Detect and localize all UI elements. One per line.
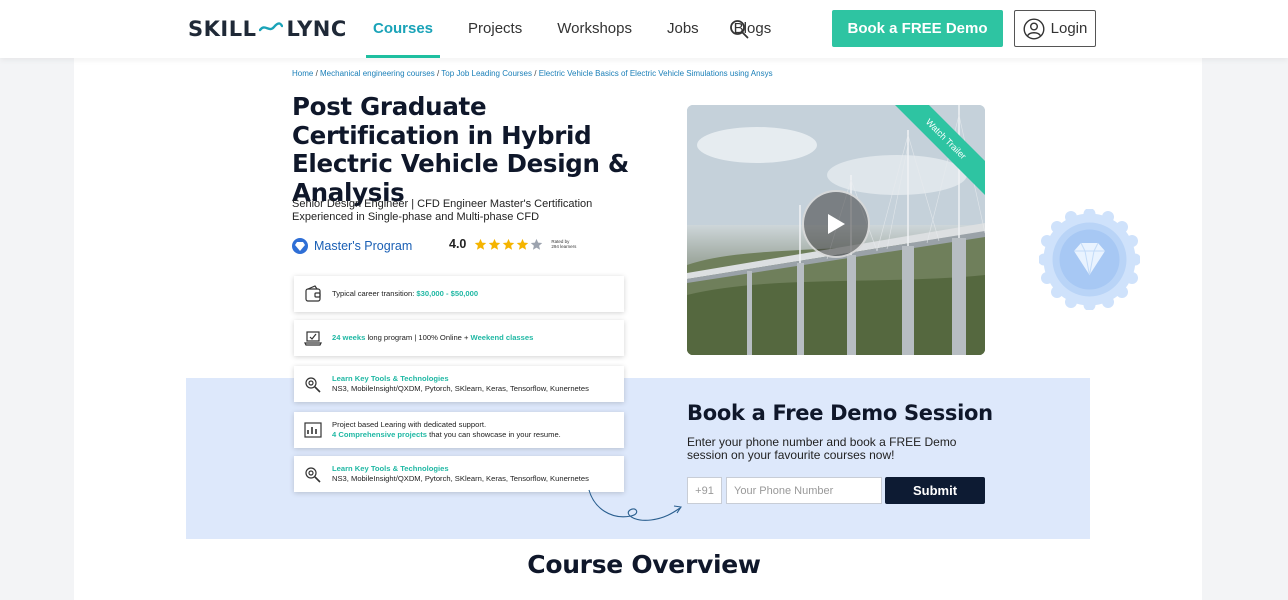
play-icon [828, 214, 845, 234]
program-duration-card: 24 weeks long program | 100% Online + We… [294, 320, 624, 356]
key-tools-card-2: Learn Key Tools & Technologies NS3, Mobi… [294, 456, 624, 492]
rated-by-text: Rated by 294 learners [551, 239, 587, 249]
career-transition-card: Typical career transition: $30,000 - $50… [294, 276, 624, 312]
star-icon [517, 238, 529, 250]
breadcrumb-mechanical[interactable]: Mechanical engineering courses [320, 69, 435, 78]
logo-text-left: SKILL [188, 17, 257, 41]
breadcrumb: Home / Mechanical engineering courses / … [292, 69, 773, 78]
skill-lync-logo[interactable]: SKILL LYNC [188, 16, 347, 42]
nav-courses[interactable]: Courses [366, 0, 441, 58]
book-demo-button[interactable]: Book a FREE Demo [832, 10, 1003, 47]
demo-title: Book a Free Demo Session [687, 401, 993, 425]
breadcrumb-separator: / [313, 69, 321, 78]
projects-highlight: 4 Comprehensive projects [332, 430, 427, 439]
nav-workshops[interactable]: Workshops [550, 0, 639, 58]
course-trailer-video[interactable]: Watch Trailer [687, 105, 985, 355]
phone-input[interactable] [726, 477, 882, 504]
diamond-badge-icon [1039, 209, 1140, 310]
rated-by-line2: 294 learners [551, 244, 577, 249]
breadcrumb-separator: / [532, 69, 539, 78]
projects-line1: Project based Learing with dedicated sup… [332, 419, 487, 429]
breadcrumb-home[interactable]: Home [292, 69, 313, 78]
tools-list: NS3, MobileInsight/QXDM, Pytorch, SKlear… [332, 384, 589, 393]
tools-gear-icon [305, 467, 321, 483]
career-label: Typical career transition: [332, 288, 417, 298]
projects-line2: that you can showcase in your resume. [426, 430, 561, 439]
masters-program-tag: Master's Program [292, 238, 412, 254]
key-tools-card: Learn Key Tools & Technologies NS3, Mobi… [294, 366, 624, 402]
duration-text: long program | 100% Online + [365, 332, 471, 342]
tools-heading: Learn Key Tools & Technologies [332, 463, 449, 473]
course-rating: 4.0 Rated by 294 learners [449, 237, 587, 251]
play-button[interactable] [802, 190, 870, 258]
star-icon [503, 238, 515, 250]
logo-text-right: LYNC [286, 17, 347, 41]
star-icon [531, 238, 543, 250]
wallet-icon [305, 285, 321, 302]
weeks-highlight: 24 weeks [332, 332, 366, 342]
course-overview-heading: Course Overview [527, 550, 761, 579]
submit-button[interactable]: Submit [885, 477, 985, 504]
nav-jobs[interactable]: Jobs [660, 0, 706, 58]
login-button[interactable]: Login [1014, 10, 1096, 47]
search-icon[interactable] [729, 19, 749, 39]
demo-subtitle: Enter your phone number and book a FREE … [687, 435, 957, 462]
nav-projects[interactable]: Projects [461, 0, 529, 58]
tools-gear-icon [305, 377, 321, 393]
star-icon [489, 238, 501, 250]
user-icon [1023, 17, 1045, 40]
login-label: Login [1050, 20, 1088, 37]
logo-wave-icon [259, 22, 284, 34]
star-icon [475, 238, 487, 250]
program-label: Master's Program [314, 239, 413, 253]
rating-stars [474, 238, 543, 251]
chart-icon [304, 422, 322, 438]
course-subtitle: Senior Design Engineer | CFD Engineer Ma… [292, 198, 593, 223]
projects-card: Project based Learing with dedicated sup… [294, 412, 624, 448]
breadcrumb-current[interactable]: Electric Vehicle Basics of Electric Vehi… [539, 69, 773, 78]
salary-range: $30,000 - $50,000 [416, 288, 479, 298]
breadcrumb-top-job[interactable]: Top Job Leading Courses [441, 69, 532, 78]
country-code-field[interactable]: +91 [687, 477, 722, 504]
tools-heading: Learn Key Tools & Technologies [332, 373, 449, 383]
laptop-calendar-icon [304, 331, 322, 346]
diamond-icon [292, 238, 308, 254]
curved-arrow-icon [588, 489, 682, 521]
course-title: Post Graduate Certification in Hybrid El… [292, 92, 629, 207]
weekend-highlight: Weekend classes [470, 332, 534, 342]
site-header: SKILL LYNC Courses Projects Workshops Jo… [0, 0, 1288, 58]
tools-list: NS3, MobileInsight/QXDM, Pytorch, SKlear… [332, 474, 589, 483]
rating-value: 4.0 [449, 237, 467, 251]
